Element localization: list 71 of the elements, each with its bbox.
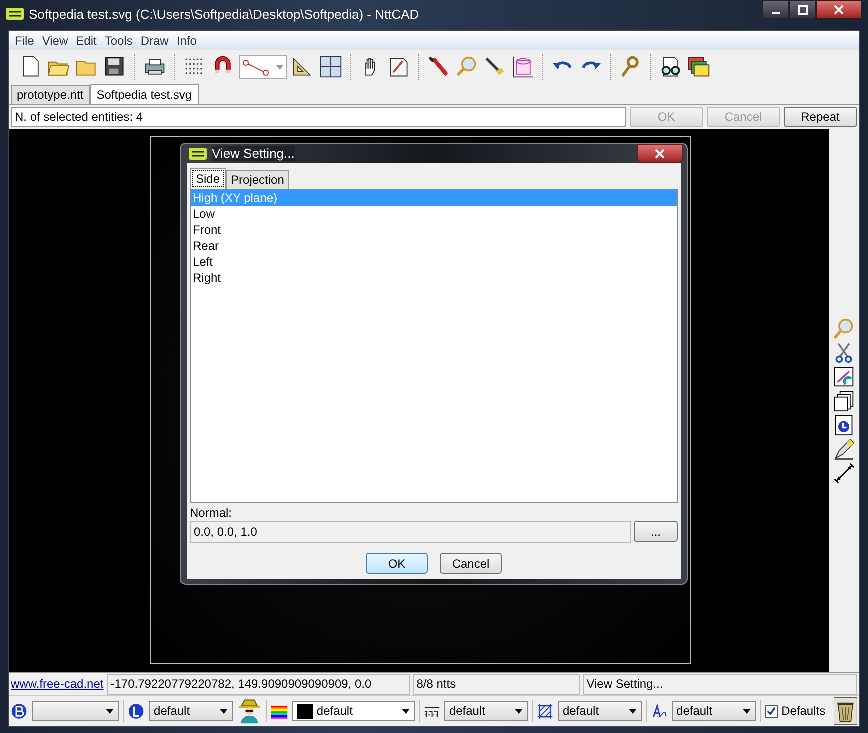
font-style-icon [651,702,668,720]
close-icon [655,148,665,158]
app-logo-icon [6,8,24,20]
close-button[interactable] [816,0,862,19]
document-tab[interactable]: Softpedia test.svg [90,84,200,105]
dialog-tab[interactable]: Side [190,168,226,189]
style-dropdown[interactable] [32,701,120,721]
status-message-panel: View Setting... [582,674,857,694]
style-dropdown[interactable]: default [558,701,642,721]
person-icon[interactable] [237,698,262,724]
b-circle-icon [11,702,28,720]
command-button[interactable]: Repeat [784,107,857,127]
caret-icon [106,708,114,714]
command-field[interactable]: N. of selected entities: 4 [11,107,626,127]
line-style-dropdown[interactable] [239,55,287,79]
normal-label: Normal: [190,506,234,520]
menu-item[interactable]: Edit [72,34,101,48]
pencil-icon[interactable] [832,438,856,460]
close-icon [834,4,844,14]
coordinates-panel: -170.79220779220782, 149.9090909090909, 0.0 [106,674,410,694]
document-tab[interactable]: prototype.ntt [11,85,90,104]
maximize-icon [798,4,808,14]
menu-item[interactable]: Info [172,34,201,48]
cube-icon[interactable] [511,55,535,79]
menu-item[interactable]: Draw [136,34,173,48]
style-dropdown[interactable]: default [672,701,756,721]
document-pen-icon[interactable] [387,55,411,79]
dialog-button[interactable]: OK [366,553,428,574]
caret-icon [402,708,410,714]
menu-item[interactable]: View [38,34,72,48]
style-dropdown[interactable]: default [444,701,528,721]
check-icon [766,706,776,716]
minimize-icon [772,12,780,14]
caret-icon [220,708,228,714]
browse-button[interactable]: ... [634,521,678,542]
list-item[interactable]: Rear [191,238,677,254]
maximize-button[interactable] [789,0,816,19]
caret-icon [629,708,638,714]
dialog-button[interactable]: Cancel [440,553,502,574]
close-button[interactable] [637,144,683,163]
normal-field[interactable]: 0.0, 0.0, 1.0 [190,521,631,543]
stacked-folders-icon[interactable] [687,55,711,79]
caret-icon [276,64,284,70]
menu-item[interactable]: Tools [100,34,137,48]
trash-bin-icon[interactable] [834,697,857,725]
defaults-checkbox[interactable]: Defaults [764,704,826,718]
menu-item[interactable]: File [11,34,38,48]
viewports-icon[interactable] [319,55,343,79]
drawing-canvas[interactable]: View Setting... Side Projection High (XY plane) Low Front Rear Left Right Normal: 0.0, 0.0, 1.0 ... OK Cancel [9,129,829,672]
l-circle-icon [128,702,146,720]
window-title: Softpedia test.svg (C:\Users\Softpedia\Desktop\Softpedia) - NttCAD [29,6,420,22]
list-item[interactable]: Right [191,270,677,286]
list-item[interactable]: Low [191,206,677,222]
caret-icon [742,708,751,714]
dialog-title: View Setting... [212,146,295,161]
dimension-icon[interactable] [832,462,856,484]
minimize-button[interactable] [762,0,789,19]
dialog-tab[interactable]: Projection [226,170,290,189]
hatch-icon [537,702,554,720]
caret-icon [515,708,524,714]
list-item[interactable]: Front [191,222,677,238]
app-logo-icon [189,148,207,160]
document-pen-icon[interactable] [832,366,856,388]
color-dropdown[interactable]: default [292,701,415,721]
list-item[interactable]: Left [191,254,677,270]
style-dropdown[interactable]: default [149,701,234,721]
pages-icon[interactable] [832,390,856,412]
color-swatch [296,704,313,718]
glasses-icon[interactable] [659,55,683,79]
website-link[interactable]: www.free-cad.net [11,677,104,691]
entity-count-panel: 8/8 ntts [412,674,580,694]
